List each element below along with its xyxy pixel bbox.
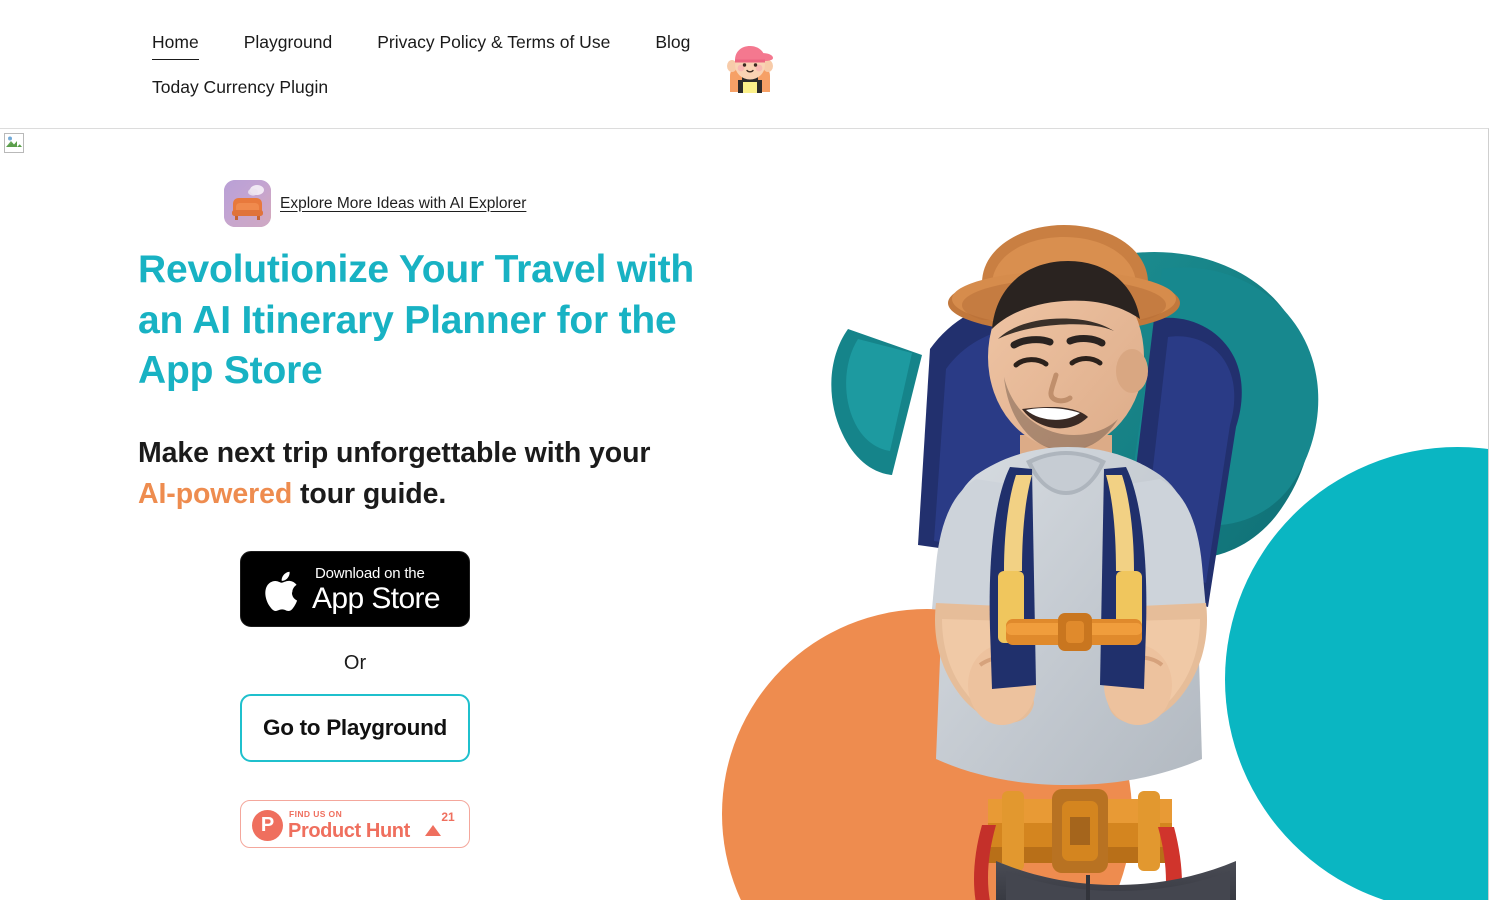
nav-item-home[interactable]: Home [152,26,199,60]
apple-logo-icon [261,567,305,615]
download-app-store-button[interactable]: Download on the App Store [240,551,470,627]
product-hunt-upvote: 21 [425,808,455,836]
hero-subheading: Make next trip unforgettable with your A… [138,433,678,515]
subhead-accent-text: AI-powered [138,478,293,510]
product-hunt-logo-icon: P [252,810,283,841]
nav-item-playground[interactable]: Playground [244,26,333,59]
app-store-small-label: Download on the [315,565,425,582]
backpacker-avatar-icon[interactable] [722,36,778,94]
ai-explorer-link[interactable]: Explore More Ideas with AI Explorer [224,180,526,227]
go-to-playground-button[interactable]: Go to Playground [240,694,470,762]
product-hunt-badge[interactable]: P FIND US ON Product Hunt 21 [240,800,470,848]
site-header: Home Playground Privacy Policy & Terms o… [0,0,1500,128]
hero-section: Explore More Ideas with AI Explorer Revo… [0,128,1489,900]
ai-explorer-link-label: Explore More Ideas with AI Explorer [280,194,527,212]
cta-group: Download on the App Store Or Go to Playg… [240,551,472,848]
nav-item-privacy-policy[interactable]: Privacy Policy & Terms of Use [377,26,610,59]
or-separator-label: Or [343,652,367,674]
nav-second-row: Today Currency Plugin [152,71,792,104]
nav-item-today-currency-plugin[interactable]: Today Currency Plugin [152,71,328,104]
page-title: Revolutionize Your Travel with an AI Iti… [138,248,694,392]
product-hunt-small-label: FIND US ON [289,809,343,819]
hero-artwork [700,129,1488,900]
nav-item-blog[interactable]: Blog [655,26,690,59]
upvote-triangle-icon [425,808,442,836]
subhead-text-before: Make next trip unforgettable with your [138,437,651,469]
product-hunt-big-label: Product Hunt [288,820,410,842]
product-hunt-upvote-count: 21 [441,810,455,824]
main-navigation: Home Playground Privacy Policy & Terms o… [152,26,792,104]
ai-explorer-app-icon [224,180,271,227]
subhead-text-after: tour guide. [292,478,447,510]
backpacker-photo [770,199,1410,900]
broken-image-icon [4,133,24,153]
app-store-big-label: App Store [312,582,441,615]
